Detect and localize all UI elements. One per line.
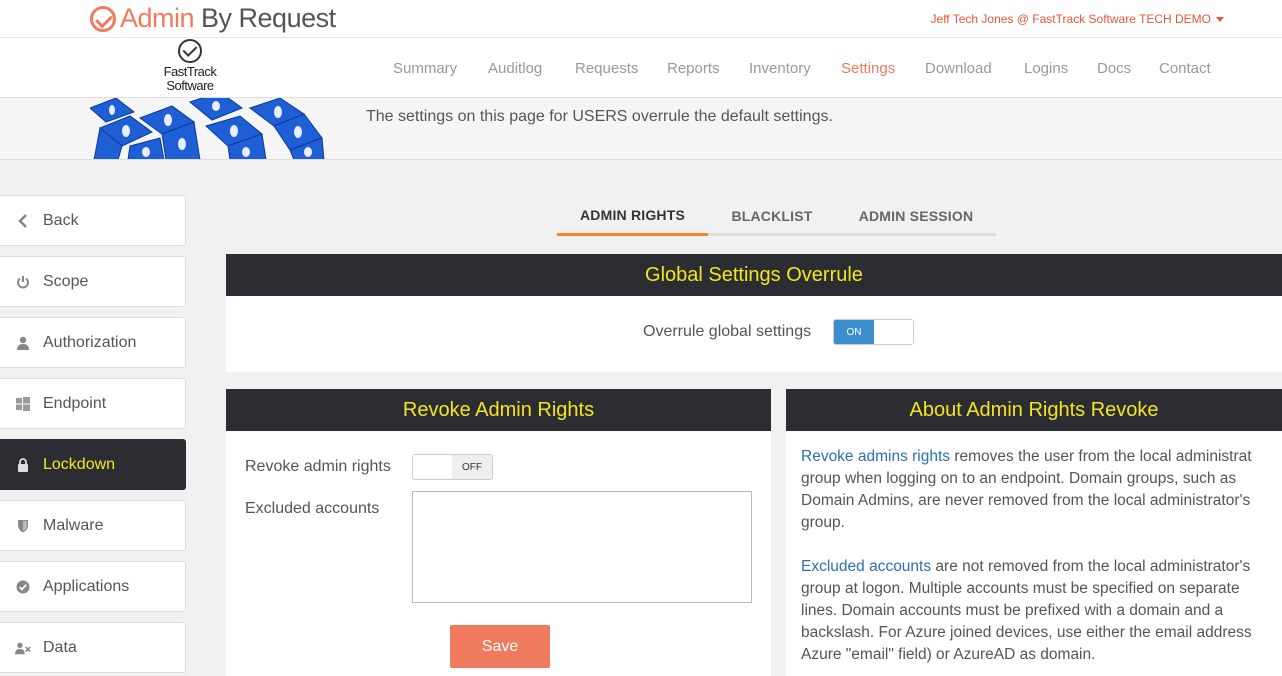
save-button[interactable]: Save [450, 625, 550, 668]
about-paragraph-1: Revoke admins rights removes the user fr… [801, 446, 1282, 534]
overrule-global-toggle[interactable]: ON [833, 319, 914, 345]
sidebar-item-label: Data [43, 638, 77, 656]
about-text-line: group at logon. Multiple accounts must b… [801, 580, 1240, 597]
toggle-off-label: OFF [452, 455, 492, 479]
toggle-knob [874, 320, 913, 344]
company-logo: FastTrack Software [155, 38, 225, 93]
lock-icon [15, 457, 31, 472]
settings-banner: The settings on this page for USERS over… [0, 98, 1282, 160]
checkmark-circle-icon [178, 39, 202, 63]
user-icon [15, 336, 31, 350]
about-text-line: are not removed from the local administr… [931, 558, 1251, 575]
about-text-line: Domain Admins, are never removed from th… [801, 492, 1251, 509]
caret-down-icon [1216, 17, 1224, 23]
excluded-accounts-textarea[interactable] [412, 491, 752, 603]
global-settings-header: Global Settings Overrule [226, 254, 1282, 296]
top-bar: Admin By Request Jeff Tech Jones @ FastT… [0, 0, 1282, 38]
revoke-admin-rights-toggle[interactable]: OFF [412, 454, 493, 480]
user-menu-label: Jeff Tech Jones @ FastTrack Software TEC… [930, 12, 1212, 26]
global-settings-panel: Overrule global settings ON [226, 296, 1282, 372]
settings-tabs: ADMIN RIGHTS BLACKLIST ADMIN SESSION [557, 196, 996, 236]
nav-item-settings[interactable]: Settings [841, 60, 895, 77]
revoke-admins-rights-term: Revoke admins rights [801, 448, 951, 465]
shield-icon [15, 519, 31, 533]
brand-logo[interactable]: Admin By Request [90, 3, 336, 34]
toggle-on-label: ON [834, 320, 874, 344]
banner-text: The settings on this page for USERS over… [366, 108, 833, 125]
toggle-knob [413, 455, 453, 479]
user-remove-icon [15, 641, 31, 655]
sidebar-item-back[interactable]: Back [0, 195, 186, 246]
about-text-clip: Revoke admins rights removes the user fr… [786, 431, 1282, 676]
tab-admin-rights[interactable]: ADMIN RIGHTS [557, 196, 708, 236]
sidebar-item-label: Endpoint [43, 394, 107, 412]
nav-item-download[interactable]: Download [925, 60, 992, 77]
excluded-accounts-term: Excluded accounts [801, 558, 932, 575]
tab-blacklist[interactable]: BLACKLIST [708, 196, 836, 236]
nav-item-logins[interactable]: Logins [1024, 60, 1068, 77]
check-circle-icon [15, 580, 31, 594]
brand-name-part2: By Request [201, 3, 336, 33]
sidebar-item-label: Back [43, 211, 79, 229]
company-logo-line2: Software [166, 78, 214, 93]
revoke-admin-rights-header: Revoke Admin Rights [226, 389, 771, 431]
chevron-left-icon [15, 213, 31, 228]
about-paragraph-2: Excluded accounts are not removed from t… [801, 556, 1282, 666]
nav-item-inventory[interactable]: Inventory [749, 60, 811, 77]
main-navbar: FastTrack Software Summary Auditlog Requ… [0, 38, 1282, 98]
sidebar-item-authorization[interactable]: Authorization [0, 317, 186, 368]
nav-item-docs[interactable]: Docs [1097, 60, 1131, 77]
sidebar-item-lockdown[interactable]: Lockdown [0, 439, 186, 490]
nav-item-contact[interactable]: Contact [1159, 60, 1211, 77]
check-circle-icon [90, 5, 116, 32]
sidebar-item-endpoint[interactable]: Endpoint [0, 378, 186, 429]
nav-item-reports[interactable]: Reports [667, 60, 720, 77]
about-text-line: backslash. For Azure joined devices, use… [801, 624, 1252, 641]
about-text-line: removes the user from the local administ… [950, 448, 1252, 465]
sidebar-item-label: Lockdown [43, 455, 116, 473]
nav-item-summary[interactable]: Summary [393, 60, 457, 77]
about-admin-rights-header: About Admin Rights Revoke [786, 389, 1282, 431]
company-logo-line1: FastTrack [163, 64, 217, 79]
sidebar-item-data[interactable]: Data [0, 622, 186, 673]
sidebar-item-label: Malware [43, 516, 104, 534]
about-text-line: lines. Domain accounts must be prefixed … [801, 602, 1224, 619]
sidebar-item-applications[interactable]: Applications [0, 561, 186, 612]
sidebar-item-label: Authorization [43, 333, 137, 351]
about-text-line: group. [801, 514, 845, 531]
sidebar-item-scope[interactable]: Scope [0, 256, 186, 307]
nav-item-requests[interactable]: Requests [575, 60, 638, 77]
overrule-global-label: Overrule global settings [643, 323, 812, 340]
sidebar-item-label: Applications [43, 577, 130, 595]
power-icon [15, 275, 31, 289]
binary-cubes-image [90, 98, 325, 159]
windows-icon [15, 396, 31, 411]
about-text-line: group when logging on to an endpoint. Do… [801, 470, 1237, 487]
brand-name-part1: Admin [120, 3, 195, 33]
revoke-admin-rights-label: Revoke admin rights [245, 458, 391, 475]
revoke-admin-rights-panel: Revoke admin rights OFF Excluded account… [226, 431, 771, 676]
sidebar-item-malware[interactable]: Malware [0, 500, 186, 551]
nav-item-auditlog[interactable]: Auditlog [488, 60, 542, 77]
user-menu[interactable]: Jeff Tech Jones @ FastTrack Software TEC… [930, 12, 1224, 26]
sidebar-item-label: Scope [43, 272, 89, 290]
excluded-accounts-label: Excluded accounts [245, 500, 380, 517]
about-text-line: Azure "email" field) or AzureAD as domai… [801, 646, 1096, 663]
tab-admin-session[interactable]: ADMIN SESSION [836, 196, 996, 236]
